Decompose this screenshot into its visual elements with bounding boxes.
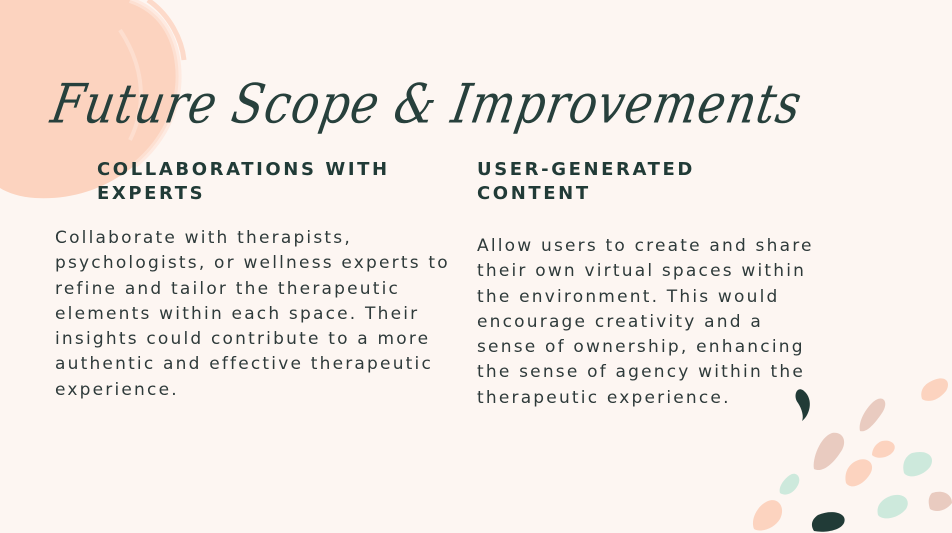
collaborations-column: COLLABORATIONS WITH EXPERTS Collaborate … xyxy=(55,158,455,403)
user-generated-content-heading: USER-GENERATED CONTENT xyxy=(477,159,695,204)
collaborations-heading: COLLABORATIONS WITH EXPERTS xyxy=(97,159,390,204)
user-generated-content-body: Allow users to create and share their ow… xyxy=(477,236,814,408)
page-title: Future Scope & Improvements xyxy=(46,72,808,136)
collaborations-body: Collaborate with therapists, psychologis… xyxy=(55,228,450,400)
user-generated-content-column: USER-GENERATED CONTENT Allow users to cr… xyxy=(477,158,817,411)
